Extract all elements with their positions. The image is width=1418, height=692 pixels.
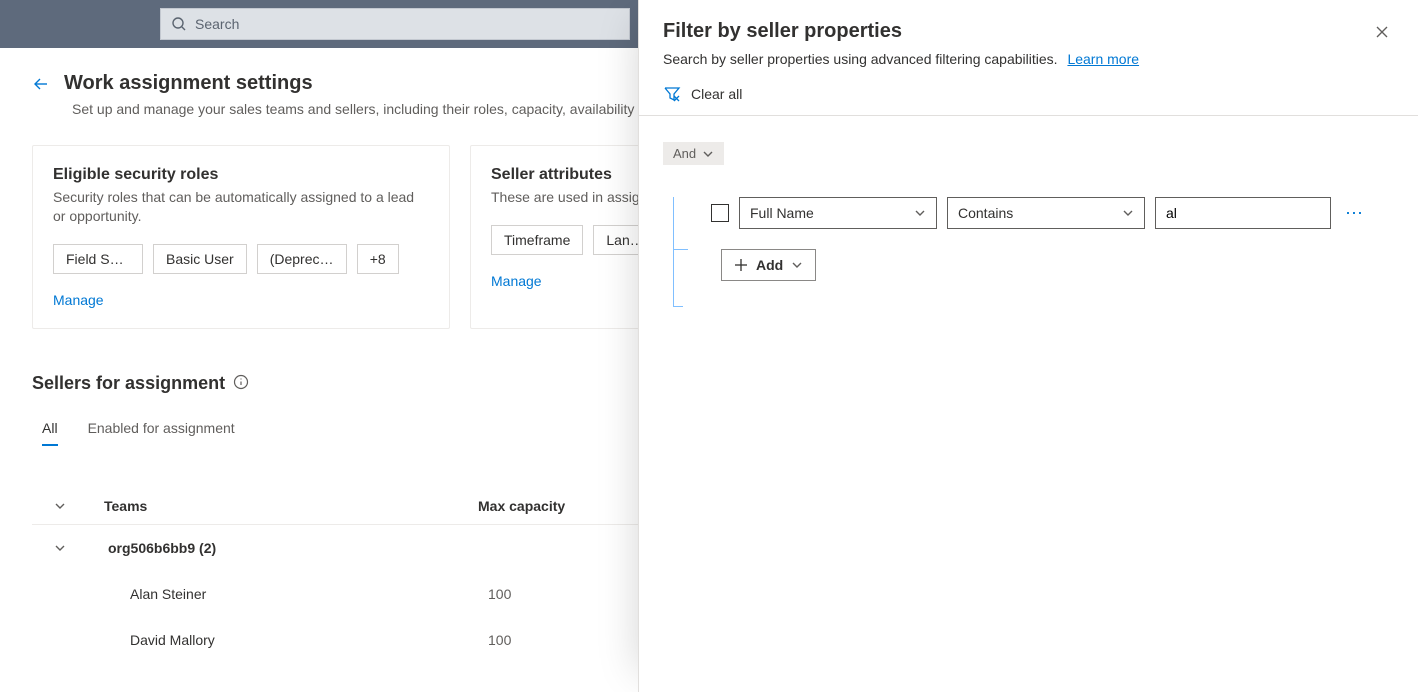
chevron-down-icon — [1122, 207, 1134, 219]
expand-all-toggle[interactable] — [32, 500, 88, 512]
role-chip[interactable]: Field Servic... — [53, 244, 143, 274]
role-chip-more[interactable]: +8 — [357, 244, 399, 274]
sellers-section-title: Sellers for assignment — [32, 373, 225, 394]
role-chip[interactable]: (Deprecate... — [257, 244, 347, 274]
filter-clear-icon — [663, 85, 681, 103]
group-name: org506b6bb9 (2) — [88, 540, 478, 556]
operator-label: And — [673, 146, 696, 161]
attr-chip[interactable]: Timeframe — [491, 225, 583, 255]
condition-dropdown[interactable]: Contains — [947, 197, 1145, 229]
add-label: Add — [756, 257, 783, 273]
filter-rule-row: Full Name Contains ⋯ — [673, 197, 1394, 229]
seller-capacity: 100 — [478, 586, 618, 602]
operator-dropdown[interactable]: And — [663, 142, 724, 165]
search-icon — [171, 16, 187, 32]
manage-roles-link[interactable]: Manage — [53, 292, 425, 308]
role-chip[interactable]: Basic User — [153, 244, 247, 274]
chevron-down-icon — [54, 542, 66, 554]
global-search[interactable] — [160, 8, 630, 40]
seller-capacity: 100 — [478, 632, 618, 648]
filter-panel: Filter by seller properties Search by se… — [638, 0, 1418, 692]
rule-more-button[interactable]: ⋯ — [1341, 203, 1369, 224]
seller-name: Alan Steiner — [88, 586, 478, 602]
column-header-capacity[interactable]: Max capacity — [478, 498, 618, 514]
rule-bracket — [673, 197, 683, 307]
card-eligible-roles: Eligible security roles Security roles t… — [32, 145, 450, 329]
clear-all-button[interactable]: Clear all — [663, 85, 1394, 115]
close-icon — [1374, 24, 1390, 40]
seller-name: David Mallory — [88, 632, 478, 648]
condition-value: Contains — [958, 205, 1013, 221]
card-title: Eligible security roles — [53, 166, 425, 184]
column-header-teams[interactable]: Teams — [88, 498, 478, 514]
rule-checkbox[interactable] — [711, 204, 729, 222]
tab-enabled[interactable]: Enabled for assignment — [88, 420, 235, 446]
plus-icon — [734, 258, 748, 272]
panel-title: Filter by seller properties — [663, 20, 1139, 43]
add-rule-button[interactable]: Add — [721, 249, 816, 281]
card-description: Security roles that can be automatically… — [53, 188, 425, 226]
close-button[interactable] — [1370, 20, 1394, 47]
learn-more-link[interactable]: Learn more — [1067, 51, 1139, 67]
chevron-down-icon — [914, 207, 926, 219]
info-icon[interactable] — [233, 374, 249, 393]
back-button[interactable] — [32, 75, 50, 93]
field-value: Full Name — [750, 205, 814, 221]
clear-all-label: Clear all — [691, 86, 742, 102]
field-dropdown[interactable]: Full Name — [739, 197, 937, 229]
search-input[interactable] — [195, 16, 619, 32]
tab-all[interactable]: All — [42, 420, 58, 446]
chevron-down-icon — [702, 148, 714, 160]
panel-subtitle: Search by seller properties using advanc… — [663, 51, 1058, 67]
chevron-down-icon — [791, 259, 803, 271]
page-title: Work assignment settings — [64, 72, 313, 95]
filter-value-input[interactable] — [1155, 197, 1331, 229]
